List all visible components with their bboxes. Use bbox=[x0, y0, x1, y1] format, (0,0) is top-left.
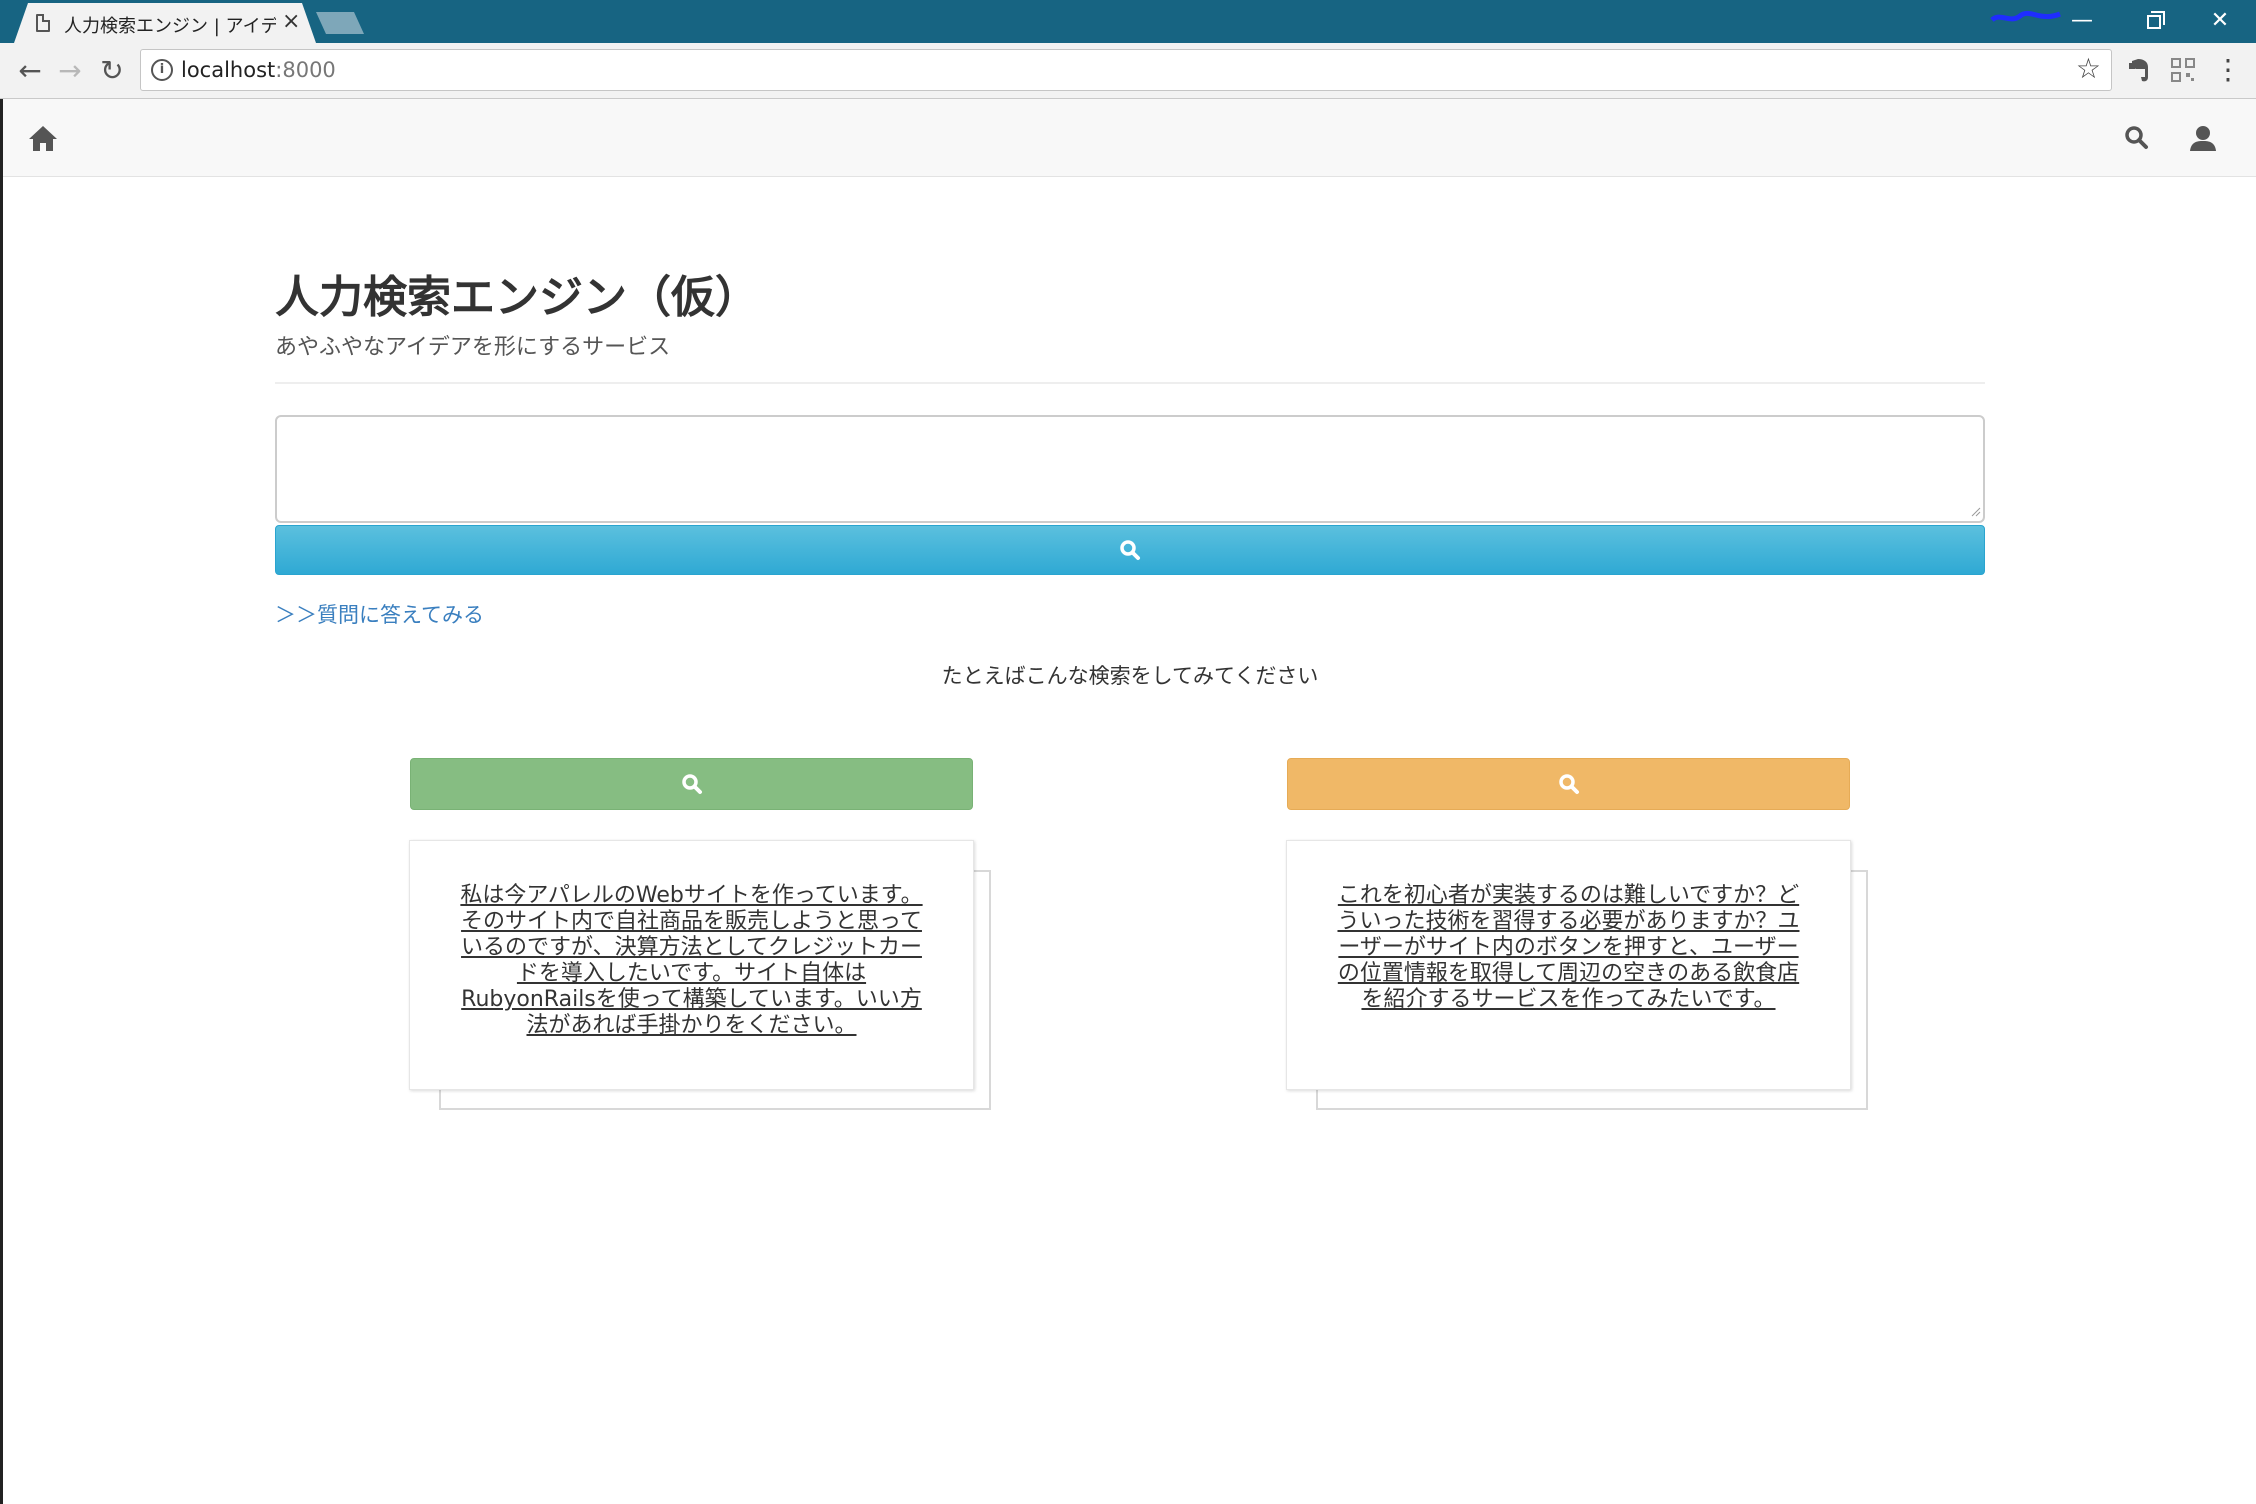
search-button[interactable] bbox=[275, 525, 1985, 575]
restore-icon bbox=[2147, 11, 2165, 29]
answer-questions-link[interactable]: ＞＞質問に答えてみる bbox=[275, 599, 484, 629]
card-front: 私は今アパレルのWebサイトを作っています。そのサイト内で自社商品を販売しようと… bbox=[409, 840, 974, 1090]
qr-code-icon[interactable] bbox=[2170, 57, 2196, 83]
address-bar[interactable]: i localhost:8000 ☆ bbox=[140, 49, 2112, 91]
site-navbar bbox=[3, 99, 2256, 177]
close-window-button[interactable]: ✕ bbox=[2190, 4, 2250, 38]
search-icon bbox=[681, 774, 702, 794]
tab-close-button[interactable]: × bbox=[282, 9, 300, 34]
browser-toolbar: ← → ↻ i localhost:8000 ☆ ⋮ bbox=[0, 43, 2256, 99]
example-search-button-2[interactable] bbox=[1287, 758, 1850, 810]
example-search-button-1[interactable] bbox=[410, 758, 973, 810]
example-text-link-2[interactable]: これを初心者が実装するのは難しいですか？どういった技術を習得する必要がありますか… bbox=[1337, 883, 1800, 1013]
new-tab-button[interactable] bbox=[316, 12, 364, 34]
evernote-icon[interactable] bbox=[2124, 55, 2154, 85]
page-icon bbox=[36, 14, 50, 32]
url-text[interactable]: localhost:8000 bbox=[181, 58, 336, 82]
page-title: 人力検索エンジン（仮） bbox=[275, 272, 759, 323]
browser-title-bar: 人力検索エンジン | アイディア × — ✕ bbox=[0, 0, 2256, 43]
example-card-2: これを初心者が実装するのは難しいですか？どういった技術を習得する必要がありますか… bbox=[1286, 840, 1868, 1110]
example-text-link-1[interactable]: 私は今アパレルのWebサイトを作っています。そのサイト内で自社商品を販売しようと… bbox=[460, 883, 923, 1039]
home-icon[interactable] bbox=[25, 121, 61, 155]
tab-title: 人力検索エンジン | アイディア bbox=[64, 16, 276, 37]
star-icon[interactable]: ☆ bbox=[2076, 52, 2101, 85]
search-icon[interactable] bbox=[2119, 121, 2155, 155]
forward-arrow-icon[interactable]: → bbox=[52, 53, 88, 89]
examples-heading: たとえばこんな検索をしてみてください bbox=[941, 664, 1319, 688]
example-card-1: 私は今アパレルのWebサイトを作っています。そのサイト内で自社商品を販売しようと… bbox=[409, 840, 991, 1110]
back-arrow-icon[interactable]: ← bbox=[12, 53, 48, 89]
search-icon bbox=[1558, 774, 1579, 794]
browser-tab[interactable]: 人力検索エンジン | アイディア × bbox=[14, 3, 316, 43]
url-port: :8000 bbox=[275, 58, 336, 82]
menu-dots-icon[interactable]: ⋮ bbox=[2214, 53, 2242, 86]
header-divider bbox=[275, 382, 1985, 384]
page-subtitle: あやふやなアイデアを形にするサービス bbox=[275, 335, 671, 360]
info-icon[interactable]: i bbox=[151, 59, 173, 81]
resize-grip-icon[interactable] bbox=[1971, 507, 1981, 517]
user-icon[interactable] bbox=[2185, 121, 2221, 155]
search-query-input[interactable] bbox=[275, 415, 1985, 523]
window-edge bbox=[0, 99, 3, 1504]
restore-button[interactable] bbox=[2124, 4, 2184, 38]
card-front: これを初心者が実装するのは難しいですか？どういった技術を習得する必要がありますか… bbox=[1286, 840, 1851, 1090]
minimize-button[interactable]: — bbox=[2052, 4, 2112, 38]
reload-icon[interactable]: ↻ bbox=[94, 53, 130, 89]
url-host: localhost bbox=[181, 58, 276, 82]
search-icon bbox=[1120, 540, 1140, 560]
